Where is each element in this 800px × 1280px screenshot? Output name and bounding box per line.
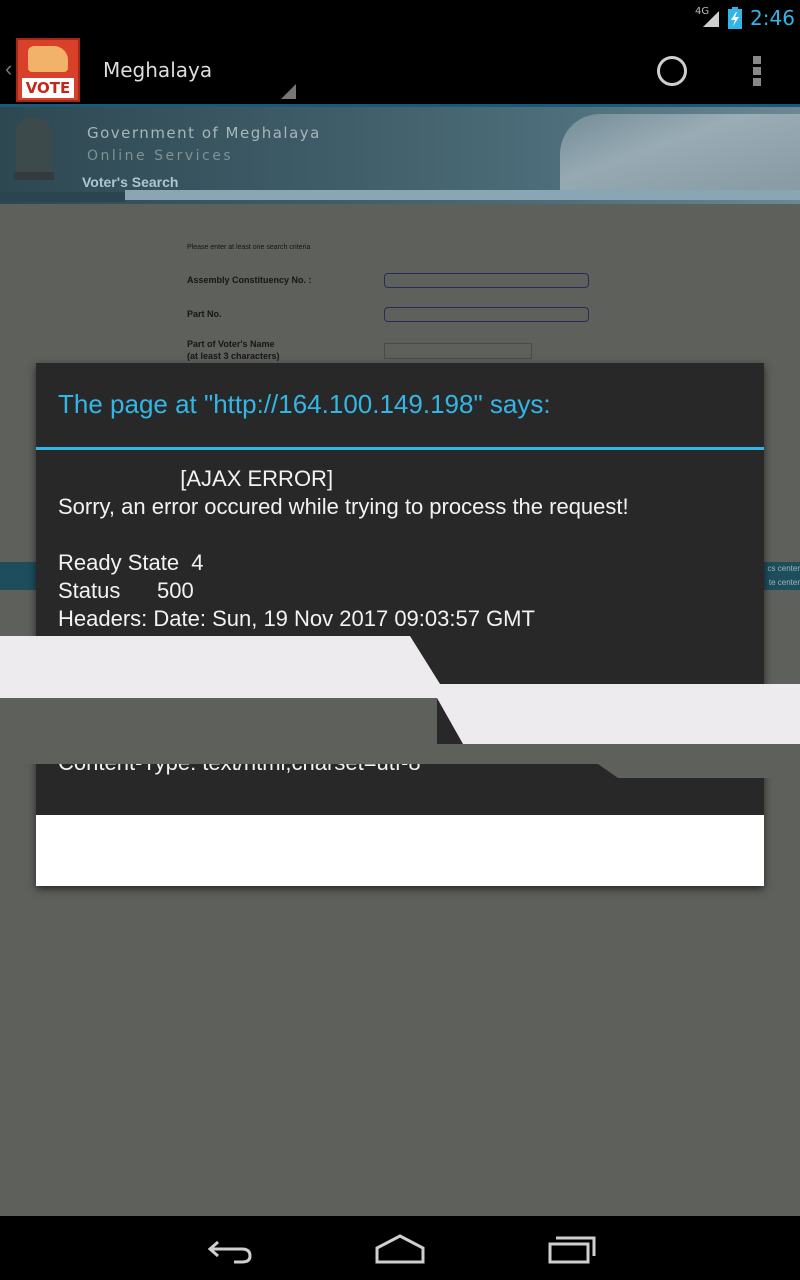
ballot-hand-icon (28, 46, 68, 72)
voter-name-input[interactable] (384, 343, 532, 359)
state-emblem-icon (14, 118, 54, 180)
navigation-bar (0, 1216, 800, 1280)
render-artifact (0, 698, 437, 744)
logo-text: VOTE (22, 78, 74, 98)
banner-title: Government of Meghalaya (87, 124, 321, 142)
form-hint: Please enter at least one search criteri… (187, 244, 311, 251)
ok-button[interactable] (36, 815, 764, 886)
site-banner: Government of Meghalaya Online Services … (0, 104, 800, 204)
assembly-constituency-input[interactable] (384, 273, 589, 288)
status-line: Status 500 (58, 578, 194, 603)
up-caret-icon[interactable]: ‹ (5, 56, 12, 82)
error-message: Sorry, an error occured while trying to … (58, 494, 629, 519)
banner-subtitle: Online Services (87, 148, 234, 164)
signal-icon (703, 11, 719, 27)
error-heading: [AJAX ERROR] (58, 466, 334, 491)
recent-apps-icon[interactable] (546, 1230, 598, 1266)
overflow-menu-icon[interactable] (753, 56, 761, 86)
footer-text-1: cs center (767, 564, 800, 573)
refresh-icon[interactable] (657, 56, 687, 86)
voter-name-label: Part of Voter's Name (187, 339, 275, 349)
ready-state-line: Ready State 4 (58, 550, 204, 575)
app-logo[interactable]: VOTE (16, 38, 80, 102)
action-bar: ‹ VOTE Meghalaya (0, 36, 800, 104)
home-icon[interactable] (374, 1230, 426, 1266)
dialog-button-bar (36, 815, 764, 886)
part-no-input[interactable] (384, 307, 589, 322)
banner-image (560, 114, 800, 194)
dialog-title: The page at "http://164.100.149.198" say… (58, 389, 551, 419)
voter-name-sublabel: (at least 3 characters) (187, 351, 280, 361)
footer-text-2: te center (768, 578, 800, 587)
dropdown-indicator-icon[interactable] (281, 84, 296, 99)
headers-line: Headers: Date: Sun, 19 Nov 2017 09:03:57… (58, 606, 535, 631)
alert-dialog: The page at "http://164.100.149.198" say… (36, 363, 764, 886)
battery-charging-icon (728, 7, 742, 29)
back-icon[interactable] (204, 1230, 256, 1266)
status-bar: 4G 2:46 (0, 0, 800, 36)
clock: 2:46 (750, 6, 795, 30)
app-title[interactable]: Meghalaya (103, 58, 212, 82)
assembly-constituency-label: Assembly Constituency No. : (187, 275, 312, 285)
dialog-divider (36, 447, 764, 450)
part-no-label: Part No. (187, 309, 222, 319)
section-title: Voter's Search (82, 174, 179, 190)
